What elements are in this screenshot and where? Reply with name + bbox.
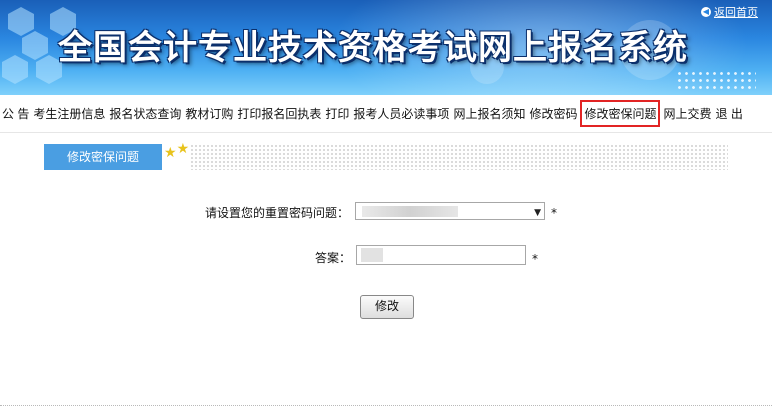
dotted-divider bbox=[190, 144, 728, 170]
security-question-label: 请设置您的重置密码问题： bbox=[205, 206, 350, 220]
main-nav: 公 告 考生注册信息 报名状态查询 教材订购 打印报名回执表 打印 报考人员必读… bbox=[0, 95, 772, 133]
nav-item-change-password[interactable]: 修改密码 bbox=[527, 105, 579, 122]
system-title: 全国会计专业技术资格考试网上报名系统 bbox=[58, 28, 688, 68]
section-title-tab: 修改密保问题 bbox=[44, 144, 162, 170]
nav-menu: 公 告 考生注册信息 报名状态查询 教材订购 打印报名回执表 打印 报考人员必读… bbox=[0, 95, 745, 132]
nav-item-online-payment[interactable]: 网上交费 bbox=[661, 105, 713, 122]
nav-item-textbook-order[interactable]: 教材订购 bbox=[183, 105, 235, 122]
hexagon-decoration bbox=[8, 7, 34, 36]
dot-pattern bbox=[676, 70, 756, 92]
nav-item-registration-notice[interactable]: 网上报名须知 bbox=[451, 105, 527, 122]
return-home-label: 返回首页 bbox=[714, 6, 758, 19]
dropdown-arrow-icon: ▼ bbox=[534, 208, 541, 218]
header-banner: 全国会计专业技术资格考试网上报名系统 ◀ 返回首页 bbox=[0, 0, 772, 95]
answer-label: 答案： bbox=[315, 251, 352, 265]
return-home-link[interactable]: ◀ 返回首页 bbox=[701, 4, 758, 20]
home-arrow-icon: ◀ bbox=[701, 7, 711, 17]
required-mark: * bbox=[551, 206, 557, 220]
nav-item-change-security-question[interactable]: 修改密保问题 bbox=[580, 100, 661, 127]
hexagon-decoration bbox=[2, 55, 28, 84]
redacted-value bbox=[362, 206, 458, 217]
answer-input[interactable] bbox=[356, 245, 526, 265]
footer-divider bbox=[0, 405, 772, 406]
hexagon-decoration bbox=[22, 31, 48, 60]
star-icon: ★★ bbox=[164, 141, 190, 161]
required-mark: * bbox=[532, 252, 538, 266]
nav-item-print[interactable]: 打印 bbox=[323, 105, 351, 122]
nav-item-status-query[interactable]: 报名状态查询 bbox=[107, 105, 183, 122]
nav-item-announcement[interactable]: 公 告 bbox=[0, 105, 31, 122]
nav-item-registration-info[interactable]: 考生注册信息 bbox=[31, 105, 107, 122]
redacted-value bbox=[361, 248, 383, 262]
nav-item-required-reading[interactable]: 报考人员必读事项 bbox=[351, 105, 451, 122]
nav-item-logout[interactable]: 退 出 bbox=[714, 105, 745, 122]
submit-button[interactable]: 修改 bbox=[360, 295, 414, 319]
nav-item-print-receipt[interactable]: 打印报名回执表 bbox=[235, 105, 323, 122]
security-question-select[interactable]: ▼ bbox=[355, 202, 545, 220]
